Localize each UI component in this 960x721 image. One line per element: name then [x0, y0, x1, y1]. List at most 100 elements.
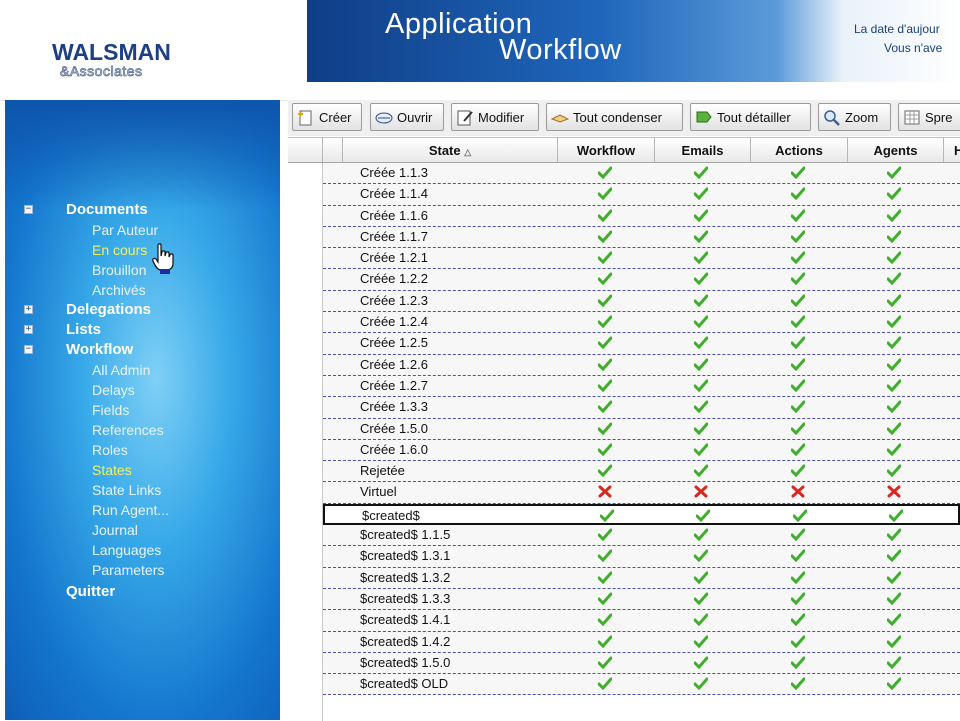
sidebar-item-parameters[interactable]: Parameters — [5, 560, 280, 580]
sidebar-item-states[interactable]: States — [5, 460, 280, 480]
column-header-agents[interactable]: Agents — [847, 138, 943, 162]
open-button[interactable]: Ouvrir — [370, 103, 444, 131]
column-header-state[interactable]: State △ — [342, 138, 557, 162]
sidebar-item-label[interactable]: En cours — [92, 240, 147, 260]
sidebar-section-label[interactable]: Documents — [66, 200, 148, 220]
sidebar-item-label[interactable]: States — [92, 460, 132, 480]
sidebar-item-label[interactable]: Fields — [92, 400, 129, 420]
edit-button[interactable]: Modifier — [451, 103, 539, 131]
sidebar-section-workflow[interactable]: − Workflow — [5, 340, 280, 360]
column-header-h[interactable]: H — [943, 138, 960, 162]
svg-text:WALSMAN: WALSMAN — [52, 39, 171, 65]
sidebar-item-en-cours[interactable]: En cours — [5, 240, 280, 260]
table-row[interactable]: Créée 1.1.6 — [323, 205, 960, 227]
sidebar-item-label[interactable]: Par Auteur — [92, 220, 158, 240]
sort-asc-icon: △ — [464, 147, 472, 157]
column-header-state-label: State — [428, 143, 461, 158]
check-icon-agents — [887, 209, 901, 222]
sidebar-item-label[interactable]: Delays — [92, 380, 135, 400]
column-header-workflow[interactable]: Workflow — [557, 138, 654, 162]
sidebar-item-roles[interactable]: Roles — [5, 440, 280, 460]
sidebar-item-label[interactable]: Journal — [92, 520, 138, 540]
column-header-emails[interactable]: Emails — [654, 138, 750, 162]
table-row[interactable]: Créée 1.2.5 — [323, 333, 960, 355]
spreadsheet-button-label: Spre — [925, 110, 953, 125]
table-row[interactable]: Virtuel — [323, 482, 960, 504]
table-row[interactable]: Rejetée — [323, 461, 960, 483]
table-row[interactable]: Créée 1.2.4 — [323, 312, 960, 334]
table-row[interactable]: $created$ 1.3.3 — [323, 588, 960, 611]
sidebar-item-label[interactable]: State Links — [92, 480, 161, 500]
collapse-icon[interactable]: − — [24, 205, 33, 214]
table-row[interactable]: Créée 1.1.4 — [323, 184, 960, 206]
sidebar-item-label[interactable]: Run Agent... — [92, 500, 169, 520]
table-row[interactable]: Créée 1.2.3 — [323, 290, 960, 313]
table-row[interactable]: $created$ 1.3.2 — [323, 567, 960, 589]
table-row[interactable]: Créée 1.1.7 — [323, 226, 960, 249]
table-row[interactable]: $created$ 1.4.1 — [323, 610, 960, 632]
sidebar-section-quitter[interactable]: Quitter — [5, 582, 280, 602]
table-row[interactable]: $created$ OLD — [323, 674, 960, 696]
sidebar-item-journal[interactable]: Journal — [5, 520, 280, 540]
state-cell: $created$ 1.4.1 — [360, 612, 451, 628]
sidebar-section-documents[interactable]: − Documents — [5, 200, 280, 220]
check-icon-actions — [791, 571, 805, 584]
create-button[interactable]: Créer — [292, 103, 362, 131]
table-row[interactable]: $created$ — [323, 503, 960, 526]
table-row[interactable]: $created$ 1.1.5 — [323, 525, 960, 547]
check-icon-agents — [887, 528, 901, 542]
sidebar-item-label[interactable]: Parameters — [92, 560, 164, 580]
table-row[interactable]: $created$ 1.4.2 — [323, 631, 960, 653]
sidebar-item-label[interactable]: All Admin — [92, 360, 150, 380]
sidebar-item-brouillon[interactable]: Brouillon — [5, 260, 280, 280]
expand-icon[interactable]: + — [24, 325, 33, 334]
sidebar-item-state-links[interactable]: State Links — [5, 480, 280, 500]
table-row[interactable]: $created$ 1.5.0 — [323, 652, 960, 675]
sidebar-item-label[interactable]: Archivés — [92, 280, 146, 300]
sidebar-section-label[interactable]: Lists — [66, 320, 101, 340]
table-row[interactable]: Créée 1.2.6 — [323, 354, 960, 376]
table-row[interactable]: Créée 1.2.1 — [323, 248, 960, 270]
sidebar-item-all-admin[interactable]: All Admin — [5, 360, 280, 380]
sidebar-item-label[interactable]: Languages — [92, 540, 161, 560]
check-icon-emails — [694, 549, 708, 563]
table-row[interactable]: Créée 1.6.0 — [323, 439, 960, 462]
sidebar-section-delegations[interactable]: + Delegations — [5, 300, 280, 320]
check-icon-actions — [791, 422, 805, 435]
sidebar-section-lists[interactable]: + Lists — [5, 320, 280, 340]
sidebar: − Documents Par Auteur En cours Brouillo… — [5, 100, 280, 720]
table-row[interactable]: Créée 1.2.7 — [323, 375, 960, 398]
sidebar-item-label[interactable]: References — [92, 420, 164, 440]
table-row[interactable]: Créée 1.2.2 — [323, 269, 960, 291]
sidebar-section-label[interactable]: Quitter — [66, 582, 115, 602]
sidebar-item-delays[interactable]: Delays — [5, 380, 280, 400]
sidebar-section-label[interactable]: Delegations — [66, 300, 151, 320]
check-icon-emails — [694, 592, 708, 605]
expand-icon[interactable]: + — [24, 305, 33, 314]
sidebar-item-languages[interactable]: Languages — [5, 540, 280, 560]
check-icon-agents — [887, 549, 901, 563]
sidebar-item-references[interactable]: References — [5, 420, 280, 440]
expand-all-button[interactable]: Tout détailler — [690, 103, 811, 131]
check-icon-agents — [887, 187, 901, 201]
collapse-icon[interactable]: − — [24, 345, 33, 354]
sidebar-item-label[interactable]: Roles — [92, 440, 128, 460]
check-icon-actions — [791, 294, 805, 307]
sidebar-item-archives[interactable]: Archivés — [5, 280, 280, 300]
table-row[interactable]: Créée 1.3.3 — [323, 397, 960, 419]
sidebar-item-label[interactable]: Brouillon — [92, 260, 146, 280]
sidebar-item-fields[interactable]: Fields — [5, 400, 280, 420]
collapse-all-button[interactable]: Tout condenser — [546, 103, 683, 131]
table-row[interactable]: Créée 1.5.0 — [323, 418, 960, 440]
spreadsheet-button[interactable]: Spre — [898, 103, 960, 131]
sidebar-section-label[interactable]: Workflow — [66, 340, 133, 360]
zoom-button[interactable]: Zoom — [818, 103, 891, 131]
sidebar-item-run-agent[interactable]: Run Agent... — [5, 500, 280, 520]
check-icon-workflow — [598, 549, 612, 563]
column-header-actions[interactable]: Actions — [750, 138, 847, 162]
sidebar-item-par-auteur[interactable]: Par Auteur — [5, 220, 280, 240]
table-row[interactable]: Créée 1.1.3 — [323, 163, 960, 185]
app-title-line2: Workflow — [499, 34, 622, 66]
state-cell: Créée 1.2.2 — [360, 271, 428, 287]
table-row[interactable]: $created$ 1.3.1 — [323, 546, 960, 568]
